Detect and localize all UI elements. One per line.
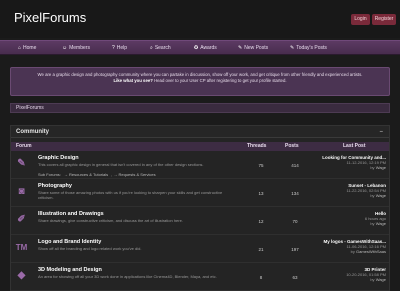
register-button[interactable]: Register [372, 14, 396, 25]
last-post-by: by [370, 221, 375, 226]
subforum-link[interactable]: → Resources & Tutorials [64, 172, 108, 177]
trademark-icon: TM [15, 243, 28, 252]
nav-awards[interactable]: ✪ Awards [194, 41, 217, 55]
nav-home[interactable]: ⌂ Home [18, 41, 36, 55]
category-header: Community – [11, 126, 389, 138]
last-post: Sunset - Lebanon 11-22-2016, 02:54 PM by… [296, 183, 386, 198]
cube-icon: ◆ [17, 270, 26, 281]
graphic-design-icon: ✎ [17, 158, 26, 169]
forum-title[interactable]: Photography [38, 183, 72, 189]
forum-category-panel: Community – Forum Threads Posts Last Pos… [10, 125, 390, 291]
nav-label: Members [69, 45, 90, 51]
thread-count: 75 [258, 163, 264, 168]
nav-label: Home [23, 45, 37, 51]
nav-members[interactable]: ☺ Members [62, 41, 90, 55]
welcome-banner: We are a graphic design and photography … [10, 67, 390, 96]
thread-count: 12 [258, 219, 264, 224]
last-post-user[interactable]: Wage [376, 193, 386, 198]
pencil-icon: ✐ [17, 214, 26, 225]
subforums: Sub Forums: → Resources & Tutorials, → Re… [38, 172, 159, 177]
forum-row: ✐ Illustration and Drawings Share drawin… [11, 208, 389, 235]
nav-todays-posts[interactable]: ✎ Today's Posts [290, 41, 327, 55]
last-post: Looking for Community and... 11-12-2016,… [296, 155, 386, 170]
last-post-by: by [370, 165, 375, 170]
forum-description: Share some of those amazing photos with … [38, 190, 223, 200]
welcome-cta: Like what you see? Head over to your Use… [11, 78, 389, 84]
category-title[interactable]: Community [16, 129, 49, 135]
last-post-by: by [350, 249, 355, 254]
last-post: 3D Printer 10-20-2016, 01:58 PM by Wage [296, 267, 386, 282]
todays-posts-icon: ✎ [290, 45, 295, 51]
welcome-question: Like what you see? [113, 78, 153, 83]
help-icon: ? [112, 45, 115, 51]
last-post-user[interactable]: GamesWithSaas [356, 249, 386, 254]
thread-count: 8 [259, 275, 263, 280]
page: PixelForums Login Register ⌂ Home ☺ Member… [0, 0, 400, 291]
members-icon: ☺ [62, 45, 68, 51]
forum-title[interactable]: Graphic Design [38, 155, 79, 161]
last-post: My logos - GamesWithSaas... 11-06-2016, … [296, 239, 386, 254]
nav-label: Search [154, 45, 171, 51]
forum-description: This covers all graphic design in genera… [38, 162, 204, 167]
forum-row: ✎ Graphic Design This covers all graphic… [11, 152, 389, 179]
nav-new-posts[interactable]: ✎ New Posts [238, 41, 268, 55]
new-posts-icon: ✎ [238, 45, 243, 51]
breadcrumb[interactable]: PixelForums [10, 103, 390, 113]
forum-table-header: Forum Threads Posts Last Post [11, 142, 389, 151]
forum-title[interactable]: 3D Modeling and Design [38, 267, 102, 273]
forum-title[interactable]: Logo and Brand Identity [38, 239, 101, 245]
forum-row: TM Logo and Brand Identity Show off all … [11, 236, 389, 263]
collapse-icon[interactable]: – [380, 126, 383, 138]
forum-row: ◆ 3D Modeling and Design An area for sho… [11, 264, 389, 291]
subforums-label: Sub Forums: [38, 172, 61, 177]
last-post-user[interactable]: Wage [376, 277, 386, 282]
col-posts: Posts [285, 143, 299, 149]
col-last-post: Last Post [343, 143, 366, 149]
welcome-cta-text: Head over to your User CP after register… [154, 78, 287, 83]
last-post-by: by [370, 193, 375, 198]
main-nav: ⌂ Home ☺ Members ? Help ⌕ Search ✪ Awards ✎ Ne… [0, 40, 400, 55]
forum-description: An area for showing off all your 3D work… [38, 274, 217, 279]
nav-label: New Posts [244, 45, 269, 51]
last-post-user[interactable]: Wage [376, 221, 386, 226]
col-forum: Forum [16, 143, 32, 149]
awards-icon: ✪ [194, 45, 199, 51]
camera-icon: ◙ [18, 186, 25, 197]
header: PixelForums Login Register [0, 0, 400, 38]
last-post: Hello 6 hours ago by Wage [296, 211, 386, 226]
forum-title[interactable]: Illustration and Drawings [38, 211, 104, 217]
nav-help[interactable]: ? Help [112, 41, 127, 55]
col-threads: Threads [247, 143, 267, 149]
thread-count: 13 [258, 191, 264, 196]
nav-label: Awards [200, 45, 217, 51]
last-post-user[interactable]: Wage [376, 165, 386, 170]
last-post-by: by [370, 277, 375, 282]
forum-row: ◙ Photography Share some of those amazin… [11, 180, 389, 207]
search-icon: ⌕ [150, 45, 153, 51]
nav-label: Help [116, 45, 128, 51]
forum-description: Show off all the branding and logo relat… [38, 246, 142, 251]
home-icon: ⌂ [18, 45, 22, 51]
site-logo[interactable]: PixelForums [14, 10, 86, 25]
subforum-link[interactable]: , → Requests & Services [111, 172, 155, 177]
thread-count: 21 [258, 247, 264, 252]
forum-description: Share drawings, give constructive critic… [38, 218, 183, 223]
nav-label: Today's Posts [296, 45, 327, 51]
nav-search[interactable]: ⌕ Search [150, 41, 171, 55]
login-button[interactable]: Login [351, 14, 370, 25]
